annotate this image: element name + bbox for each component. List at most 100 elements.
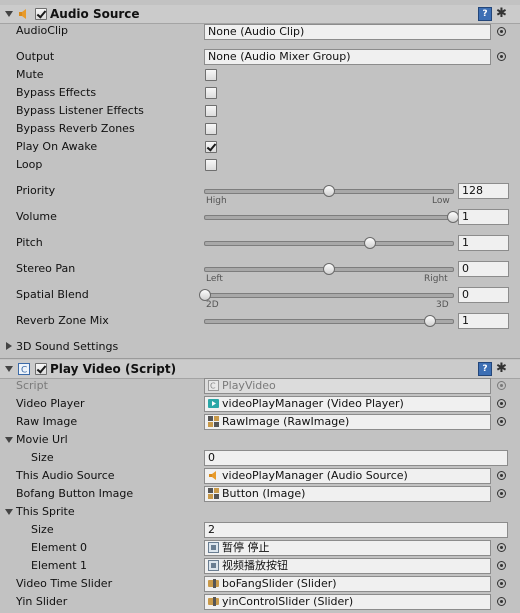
audio-source-enabled-checkbox[interactable] (35, 8, 47, 20)
spatial-blend-value-field[interactable]: 0 (458, 287, 509, 303)
bypass-reverb-zones-label: Bypass Reverb Zones (16, 122, 135, 135)
stereo-pan-max-label: Right (424, 274, 448, 284)
object-picker-icon[interactable] (497, 579, 506, 588)
bypass-effects-checkbox[interactable] (205, 87, 217, 99)
object-picker-icon[interactable] (497, 417, 506, 426)
component-divider (0, 358, 520, 359)
slider-thumb[interactable] (364, 237, 377, 249)
bypass-listener-effects-checkbox[interactable] (205, 105, 217, 117)
reverb-zone-mix-slider[interactable] (204, 315, 454, 327)
video-time-slider-label: Video Time Slider (16, 577, 113, 590)
object-picker-icon[interactable] (497, 471, 506, 480)
svg-text:C: C (210, 382, 216, 391)
object-picker-icon (497, 381, 506, 390)
slider-component-icon (208, 597, 219, 606)
object-picker-icon[interactable] (497, 489, 506, 498)
element-1-field[interactable]: 视频播放按钮 (204, 558, 491, 574)
slider-thumb[interactable] (323, 185, 335, 197)
audio-clip-field[interactable]: None (Audio Clip) (204, 24, 491, 40)
this-sprite-size-field[interactable]: 2 (204, 522, 508, 538)
stereo-pan-label: Stereo Pan (16, 262, 76, 275)
yin-slider-value: yinControlSlider (Slider) (222, 595, 354, 608)
play-video-enabled-checkbox[interactable] (35, 363, 47, 375)
raw-image-value: RawImage (RawImage) (222, 415, 350, 428)
speaker-icon (19, 9, 26, 19)
svg-text:C: C (21, 366, 27, 376)
sprite-icon (208, 542, 219, 553)
object-picker-icon[interactable] (497, 543, 506, 552)
video-time-slider-field[interactable]: boFangSlider (Slider) (204, 576, 491, 592)
image-component-icon (208, 416, 219, 427)
bofang-button-image-value: Button (Image) (222, 487, 306, 500)
audio-clip-label: AudioClip (16, 24, 69, 37)
video-player-field[interactable]: videoPlayManager (Video Player) (204, 396, 491, 412)
stereo-pan-slider[interactable] (204, 263, 454, 275)
priority-min-label: High (206, 196, 227, 206)
play-video-header[interactable]: C Play Video (Script) ? ✱ (0, 360, 520, 379)
priority-label: Priority (16, 184, 56, 197)
image-component-icon (208, 488, 219, 499)
element-0-label: Element 0 (31, 541, 88, 554)
object-picker-icon[interactable] (497, 27, 506, 36)
priority-slider[interactable] (204, 185, 454, 197)
speaker-icon (209, 471, 216, 480)
spatial-blend-label: Spatial Blend (16, 288, 89, 301)
script-label: Script (16, 379, 48, 392)
bofang-button-image-field[interactable]: Button (Image) (204, 486, 491, 502)
element-0-field[interactable]: 暂停 停止 (204, 540, 491, 556)
object-picker-icon[interactable] (497, 561, 506, 570)
element-1-value: 视频播放按钮 (222, 559, 288, 572)
spatial-blend-slider[interactable] (199, 289, 454, 301)
bypass-listener-effects-label: Bypass Listener Effects (16, 104, 144, 117)
gear-icon[interactable]: ✱ (496, 6, 507, 21)
pitch-value-field[interactable]: 1 (458, 235, 509, 251)
collapse-arrow-icon[interactable] (5, 437, 13, 443)
bypass-effects-label: Bypass Effects (16, 86, 97, 99)
element-0-value: 暂停 停止 (222, 541, 270, 554)
raw-image-field[interactable]: RawImage (RawImage) (204, 414, 491, 430)
volume-value-field[interactable]: 1 (458, 209, 509, 225)
this-sprite-size-label: Size (31, 523, 54, 536)
movie-url-foldout[interactable]: Movie Url (16, 433, 68, 446)
script-field: C PlayVideo (204, 378, 491, 394)
video-player-icon (208, 399, 219, 408)
this-audio-source-field[interactable]: videoPlayManager (Audio Source) (204, 468, 491, 484)
object-picker-icon[interactable] (497, 52, 506, 61)
movie-url-size-label: Size (31, 451, 54, 464)
collapse-arrow-icon[interactable] (5, 509, 13, 515)
reverb-zone-mix-value-field[interactable]: 1 (458, 313, 509, 329)
output-field[interactable]: None (Audio Mixer Group) (204, 49, 491, 65)
script-value: PlayVideo (222, 379, 276, 392)
element-1-label: Element 1 (31, 559, 88, 572)
spatial-blend-min-label: 2D (206, 300, 219, 310)
yin-slider-field[interactable]: yinControlSlider (Slider) (204, 594, 491, 610)
this-sprite-foldout[interactable]: This Sprite (16, 505, 75, 518)
help-icon[interactable]: ? (478, 362, 492, 376)
sprite-icon (208, 560, 219, 571)
stereo-pan-value-field[interactable]: 0 (458, 261, 509, 277)
priority-value-field[interactable]: 128 (458, 183, 509, 199)
gear-icon[interactable]: ✱ (496, 361, 507, 376)
help-icon[interactable]: ? (478, 7, 492, 21)
pitch-slider[interactable] (204, 237, 454, 249)
3d-sound-settings-foldout[interactable]: 3D Sound Settings (16, 340, 118, 353)
movie-url-size-field[interactable]: 0 (204, 450, 508, 466)
object-picker-icon[interactable] (497, 597, 506, 606)
volume-label: Volume (16, 210, 57, 223)
video-player-label: Video Player (16, 397, 85, 410)
slider-thumb[interactable] (323, 263, 335, 275)
slider-thumb[interactable] (424, 315, 437, 327)
collapse-arrow-icon[interactable] (5, 11, 13, 17)
expand-arrow-icon[interactable] (6, 342, 12, 350)
play-on-awake-checkbox[interactable] (205, 141, 217, 153)
object-picker-icon[interactable] (497, 399, 506, 408)
play-on-awake-label: Play On Awake (16, 140, 98, 153)
loop-checkbox[interactable] (205, 159, 217, 171)
volume-slider[interactable] (204, 211, 459, 223)
audio-source-header[interactable]: Audio Source ? ✱ (0, 5, 520, 24)
output-value: None (Audio Mixer Group) (208, 50, 351, 63)
collapse-arrow-icon[interactable] (5, 366, 13, 372)
slider-component-icon (208, 579, 219, 588)
bypass-reverb-zones-checkbox[interactable] (205, 123, 217, 135)
mute-checkbox[interactable] (205, 69, 217, 81)
